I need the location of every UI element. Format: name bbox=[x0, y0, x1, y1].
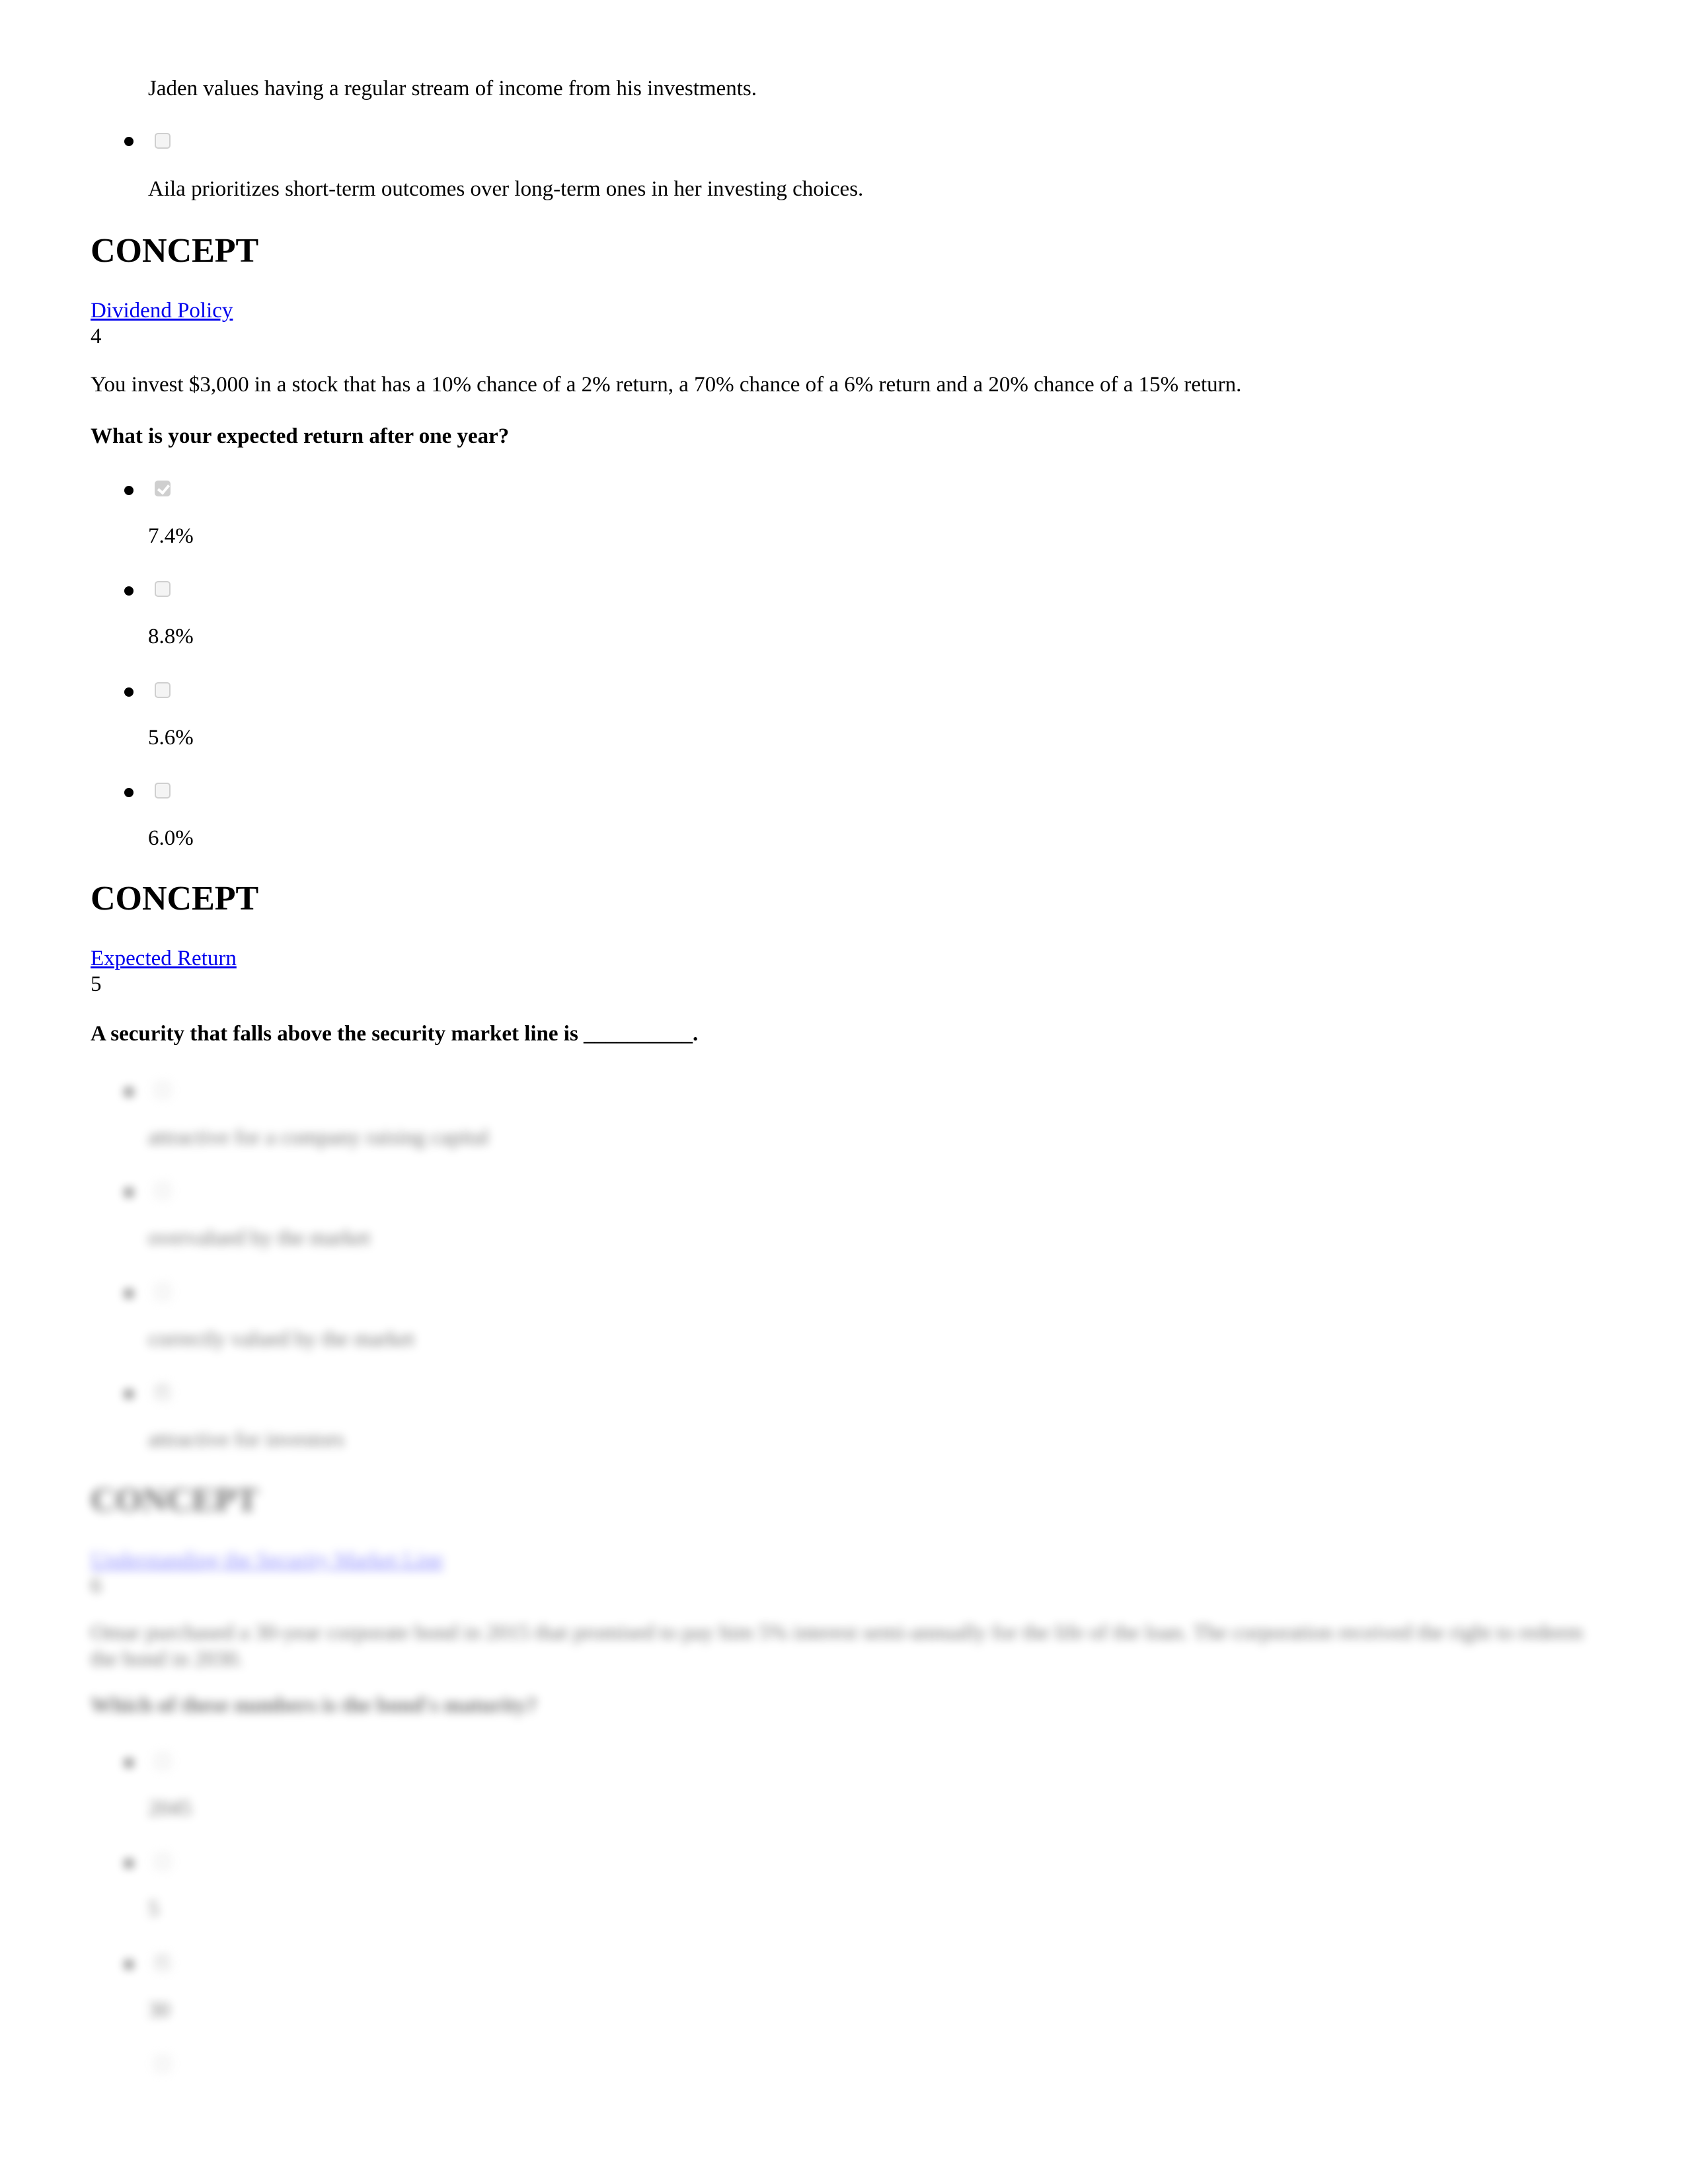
question-text: A security that falls above the security… bbox=[91, 1022, 699, 1046]
concept-link[interactable]: Understanding the Security Market Line bbox=[91, 1548, 443, 1573]
option-checkbox[interactable] bbox=[155, 133, 171, 149]
option-text: 30 bbox=[148, 1998, 170, 2022]
concept-heading: CONCEPT bbox=[91, 232, 259, 270]
option-text: Aila prioritizes short-term outcomes ove… bbox=[148, 177, 864, 201]
option-checkbox[interactable] bbox=[155, 783, 171, 799]
option-text: attractive for investors bbox=[148, 1428, 344, 1452]
option-checkbox[interactable] bbox=[155, 682, 171, 698]
question-number: 6 bbox=[91, 1574, 102, 1598]
option-checkbox-checked[interactable] bbox=[155, 481, 171, 496]
bullet-icon bbox=[124, 687, 134, 697]
question-number: 4 bbox=[91, 325, 102, 348]
option-text: correctly valued by the market bbox=[148, 1327, 415, 1351]
question-number: 5 bbox=[91, 972, 102, 996]
option-checkbox[interactable] bbox=[155, 581, 171, 597]
option-checkbox[interactable] bbox=[155, 1853, 171, 1869]
bullet-icon bbox=[124, 486, 134, 495]
bullet-icon bbox=[124, 1960, 134, 1969]
option-checkbox[interactable] bbox=[155, 1183, 171, 1198]
option-text: 5 bbox=[148, 1897, 159, 1921]
option-checkbox[interactable] bbox=[155, 1753, 171, 1769]
option-checkbox[interactable] bbox=[155, 1284, 171, 1300]
option-text: overvalued by the market bbox=[148, 1226, 371, 1250]
option-text: Jaden values having a regular stream of … bbox=[148, 77, 757, 100]
concept-link[interactable]: Expected Return bbox=[91, 947, 237, 971]
question-text: What is your expected return after one y… bbox=[91, 424, 510, 448]
bullet-icon bbox=[124, 1087, 134, 1097]
concept-heading: CONCEPT bbox=[91, 880, 259, 917]
option-text: 7.4% bbox=[148, 524, 194, 548]
bullet-icon bbox=[124, 1289, 134, 1298]
bullet-icon bbox=[124, 1389, 134, 1399]
question-prompt: Omar purchased a 30-year corporate bond … bbox=[91, 1621, 1584, 1671]
bullet-icon bbox=[124, 788, 134, 797]
option-checkbox[interactable] bbox=[155, 2056, 171, 2072]
bullet-icon bbox=[124, 1188, 134, 1197]
option-text: attractive for a company raising capital bbox=[148, 1126, 489, 1150]
option-text: 5.6% bbox=[148, 726, 194, 750]
option-checkbox-checked[interactable] bbox=[155, 1384, 171, 1400]
option-text: 2045 bbox=[148, 1797, 192, 1820]
concept-link[interactable]: Dividend Policy bbox=[91, 299, 233, 323]
bullet-icon bbox=[124, 1859, 134, 1868]
bullet-icon bbox=[124, 586, 134, 596]
bullet-icon bbox=[124, 1758, 134, 1768]
concept-heading: CONCEPT bbox=[91, 1481, 259, 1519]
question-text: Which of these numbers is the bond's mat… bbox=[91, 1694, 537, 1717]
option-text: 8.8% bbox=[148, 625, 194, 648]
option-text: 6.0% bbox=[148, 826, 194, 850]
bullet-icon bbox=[124, 137, 134, 146]
option-checkbox-checked[interactable] bbox=[155, 1955, 171, 1970]
option-checkbox[interactable] bbox=[155, 1082, 171, 1098]
question-prompt: You invest $3,000 in a stock that has a … bbox=[91, 373, 1242, 397]
